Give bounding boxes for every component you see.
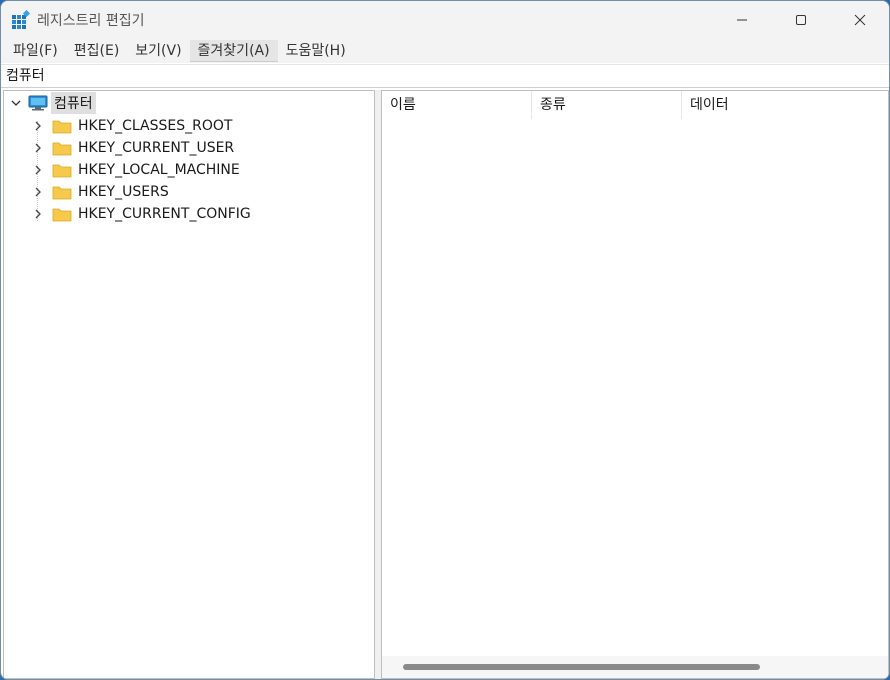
list-header: 이름 종류 데이터: [382, 91, 888, 119]
folder-icon: [52, 140, 72, 156]
address-bar[interactable]: 컴퓨터: [1, 64, 889, 88]
folder-icon: [52, 206, 72, 222]
tree-item-computer[interactable]: 컴퓨터: [8, 92, 96, 114]
menu-help[interactable]: 도움말(H): [278, 40, 354, 62]
tree-item-label: HKEY_LOCAL_MACHINE: [78, 162, 240, 178]
title-bar[interactable]: 레지스트리 편집기: [1, 1, 889, 39]
menu-file[interactable]: 파일(F): [5, 40, 66, 62]
computer-icon: [28, 95, 48, 111]
chevron-right-icon[interactable]: [30, 118, 46, 134]
tree-item-label: 컴퓨터: [51, 92, 96, 114]
key-tree-panel[interactable]: 컴퓨터 HKEY_CLASSES_ROOT HKEY_CURRENT_USER: [3, 90, 375, 679]
menu-edit[interactable]: 편집(E): [66, 40, 128, 62]
registry-editor-window: 레지스트리 편집기 파일(F) 편집(E) 보기(V) 즐겨찾기(A) 도움말(…: [0, 0, 890, 680]
folder-icon: [52, 162, 72, 178]
column-header-type[interactable]: 종류: [532, 91, 682, 119]
maximize-button[interactable]: [771, 1, 831, 39]
chevron-right-icon[interactable]: [30, 206, 46, 222]
chevron-right-icon[interactable]: [30, 184, 46, 200]
registry-editor-icon: [12, 10, 31, 29]
tree-item-label: HKEY_CURRENT_USER: [78, 140, 235, 156]
column-header-name[interactable]: 이름: [382, 91, 532, 119]
window-title: 레지스트리 편집기: [37, 13, 145, 29]
scrollbar-thumb[interactable]: [403, 664, 760, 670]
minimize-icon: [737, 19, 747, 21]
close-button[interactable]: [830, 1, 889, 39]
tree-item-hkey-users[interactable]: HKEY_USERS: [30, 181, 169, 203]
folder-icon: [52, 184, 72, 200]
folder-icon: [52, 118, 72, 134]
menu-favorites[interactable]: 즐겨찾기(A): [189, 40, 278, 62]
minimize-button[interactable]: [712, 1, 772, 39]
tree-item-hkey-classes-root[interactable]: HKEY_CLASSES_ROOT: [30, 115, 232, 137]
tree-item-label: HKEY_CLASSES_ROOT: [78, 118, 233, 134]
chevron-right-icon[interactable]: [30, 162, 46, 178]
menu-bar: 파일(F) 편집(E) 보기(V) 즐겨찾기(A) 도움말(H): [1, 39, 889, 63]
values-list-panel[interactable]: 이름 종류 데이터: [381, 90, 889, 679]
tree-item-hkey-current-config[interactable]: HKEY_CURRENT_CONFIG: [30, 203, 251, 225]
chevron-right-icon[interactable]: [30, 140, 46, 156]
tree-item-hkey-local-machine[interactable]: HKEY_LOCAL_MACHINE: [30, 159, 240, 181]
menu-view[interactable]: 보기(V): [127, 40, 189, 62]
tree-item-hkey-current-user[interactable]: HKEY_CURRENT_USER: [30, 137, 234, 159]
column-header-data[interactable]: 데이터: [682, 91, 888, 119]
chevron-down-icon[interactable]: [8, 95, 24, 111]
horizontal-scrollbar[interactable]: [382, 656, 888, 678]
tree-item-label: HKEY_USERS: [78, 184, 169, 200]
close-icon: [854, 14, 866, 26]
maximize-icon: [796, 15, 806, 25]
tree-item-label: HKEY_CURRENT_CONFIG: [78, 206, 251, 222]
